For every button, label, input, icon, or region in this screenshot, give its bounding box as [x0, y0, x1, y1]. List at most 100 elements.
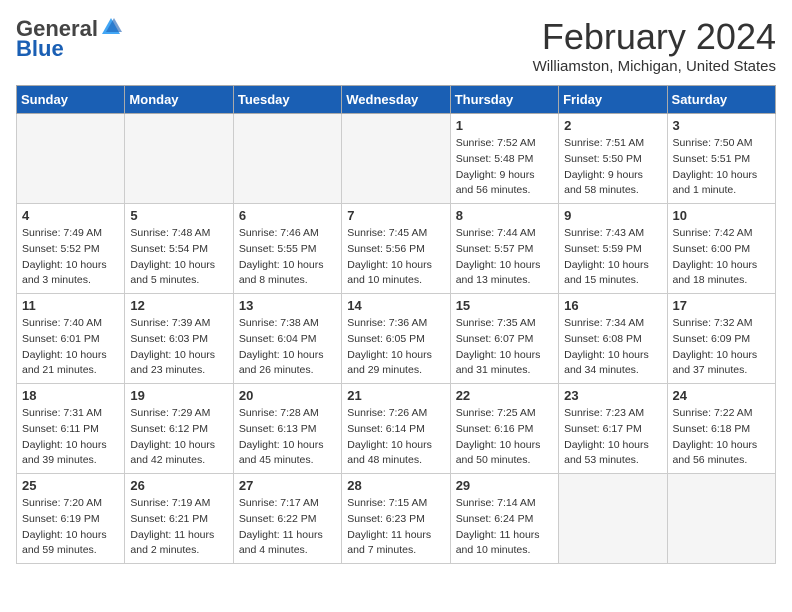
day-number: 10 — [673, 208, 770, 223]
day-info: Sunrise: 7:26 AM Sunset: 6:14 PM Dayligh… — [347, 406, 444, 469]
header-cell-thursday: Thursday — [450, 86, 558, 114]
day-info: Sunrise: 7:34 AM Sunset: 6:08 PM Dayligh… — [564, 316, 661, 379]
calendar-cell: 16 Sunrise: 7:34 AM Sunset: 6:08 PM Dayli… — [559, 294, 667, 384]
header-cell-sunday: Sunday — [17, 86, 125, 114]
day-info: Sunrise: 7:44 AM Sunset: 5:57 PM Dayligh… — [456, 226, 553, 289]
day-info: Sunrise: 7:38 AM Sunset: 6:04 PM Dayligh… — [239, 316, 336, 379]
day-info: Sunrise: 7:52 AM Sunset: 5:48 PM Dayligh… — [456, 136, 553, 199]
calendar-cell: 10 Sunrise: 7:42 AM Sunset: 6:00 PM Dayli… — [667, 204, 775, 294]
day-number: 21 — [347, 388, 444, 403]
day-info: Sunrise: 7:42 AM Sunset: 6:00 PM Dayligh… — [673, 226, 770, 289]
calendar-cell — [559, 474, 667, 564]
month-title: February 2024 — [533, 16, 776, 58]
calendar-cell: 28 Sunrise: 7:15 AM Sunset: 6:23 PM Dayli… — [342, 474, 450, 564]
day-number: 25 — [22, 478, 119, 493]
header-row: SundayMondayTuesdayWednesdayThursdayFrid… — [17, 86, 776, 114]
calendar-cell: 22Sunrise: 7:25 AM Sunset: 6:16 PM Dayli… — [450, 384, 558, 474]
header: General Blue February 2024 Williamston, … — [16, 16, 776, 75]
day-number: 5 — [130, 208, 227, 223]
location-title: Williamston, Michigan, United States — [533, 58, 776, 75]
day-number: 19 — [130, 388, 227, 403]
day-number: 16 — [564, 298, 661, 313]
calendar-cell: 20 Sunrise: 7:28 AM Sunset: 6:13 PM Dayli… — [233, 384, 341, 474]
day-info: Sunrise: 7:17 AM Sunset: 6:22 PM Dayligh… — [239, 496, 336, 559]
logo: General Blue — [16, 16, 122, 62]
header-cell-saturday: Saturday — [667, 86, 775, 114]
day-info: Sunrise: 7:50 AM Sunset: 5:51 PM Dayligh… — [673, 136, 770, 199]
day-info: Sunrise: 7:45 AM Sunset: 5:56 PM Dayligh… — [347, 226, 444, 289]
day-number: 15 — [456, 298, 553, 313]
header-cell-tuesday: Tuesday — [233, 86, 341, 114]
day-number: 14 — [347, 298, 444, 313]
day-info: Sunrise: 7:19 AM Sunset: 6:21 PM Dayligh… — [130, 496, 227, 559]
calendar-cell: 2 Sunrise: 7:51 AM Sunset: 5:50 PM Daylig… — [559, 114, 667, 204]
day-number: 18 — [22, 388, 119, 403]
day-number: 27 — [239, 478, 336, 493]
calendar-cell: 1 Sunrise: 7:52 AM Sunset: 5:48 PM Daylig… — [450, 114, 558, 204]
calendar-cell — [667, 474, 775, 564]
calendar-cell: 6 Sunrise: 7:46 AM Sunset: 5:55 PM Daylig… — [233, 204, 341, 294]
calendar-body: 1 Sunrise: 7:52 AM Sunset: 5:48 PM Daylig… — [17, 114, 776, 564]
calendar-cell: 19 Sunrise: 7:29 AM Sunset: 6:12 PM Dayli… — [125, 384, 233, 474]
calendar-cell: 3 Sunrise: 7:50 AM Sunset: 5:51 PM Daylig… — [667, 114, 775, 204]
day-info: Sunrise: 7:25 AM Sunset: 6:16 PM Dayligh… — [456, 406, 553, 469]
header-cell-monday: Monday — [125, 86, 233, 114]
day-info: Sunrise: 7:51 AM Sunset: 5:50 PM Dayligh… — [564, 136, 661, 199]
calendar-cell: 5 Sunrise: 7:48 AM Sunset: 5:54 PM Daylig… — [125, 204, 233, 294]
header-cell-friday: Friday — [559, 86, 667, 114]
day-info: Sunrise: 7:14 AM Sunset: 6:24 PM Dayligh… — [456, 496, 553, 559]
day-info: Sunrise: 7:40 AM Sunset: 6:01 PM Dayligh… — [22, 316, 119, 379]
week-row-4: 18 Sunrise: 7:31 AM Sunset: 6:11 PM Dayli… — [17, 384, 776, 474]
logo-blue-text: Blue — [16, 36, 64, 62]
day-info: Sunrise: 7:46 AM Sunset: 5:55 PM Dayligh… — [239, 226, 336, 289]
day-info: Sunrise: 7:35 AM Sunset: 6:07 PM Dayligh… — [456, 316, 553, 379]
day-number: 28 — [347, 478, 444, 493]
calendar-cell: 27 Sunrise: 7:17 AM Sunset: 6:22 PM Dayli… — [233, 474, 341, 564]
calendar-cell: 21 Sunrise: 7:26 AM Sunset: 6:14 PM Dayli… — [342, 384, 450, 474]
day-info: Sunrise: 7:48 AM Sunset: 5:54 PM Dayligh… — [130, 226, 227, 289]
calendar-cell: 12Sunrise: 7:39 AM Sunset: 6:03 PM Dayli… — [125, 294, 233, 384]
calendar-cell: 7 Sunrise: 7:45 AM Sunset: 5:56 PM Daylig… — [342, 204, 450, 294]
day-info: Sunrise: 7:49 AM Sunset: 5:52 PM Dayligh… — [22, 226, 119, 289]
calendar-cell — [342, 114, 450, 204]
day-info: Sunrise: 7:23 AM Sunset: 6:17 PM Dayligh… — [564, 406, 661, 469]
calendar-cell: 23 Sunrise: 7:23 AM Sunset: 6:17 PM Dayli… — [559, 384, 667, 474]
calendar-cell: 26Sunrise: 7:19 AM Sunset: 6:21 PM Dayli… — [125, 474, 233, 564]
day-number: 24 — [673, 388, 770, 403]
day-info: Sunrise: 7:43 AM Sunset: 5:59 PM Dayligh… — [564, 226, 661, 289]
calendar-cell: 18 Sunrise: 7:31 AM Sunset: 6:11 PM Dayli… — [17, 384, 125, 474]
day-number: 1 — [456, 118, 553, 133]
day-number: 20 — [239, 388, 336, 403]
calendar-cell: 15 Sunrise: 7:35 AM Sunset: 6:07 PM Dayli… — [450, 294, 558, 384]
day-info: Sunrise: 7:28 AM Sunset: 6:13 PM Dayligh… — [239, 406, 336, 469]
day-number: 29 — [456, 478, 553, 493]
header-cell-wednesday: Wednesday — [342, 86, 450, 114]
day-info: Sunrise: 7:36 AM Sunset: 6:05 PM Dayligh… — [347, 316, 444, 379]
day-number: 3 — [673, 118, 770, 133]
day-info: Sunrise: 7:31 AM Sunset: 6:11 PM Dayligh… — [22, 406, 119, 469]
day-number: 17 — [673, 298, 770, 313]
calendar-cell: 8 Sunrise: 7:44 AM Sunset: 5:57 PM Daylig… — [450, 204, 558, 294]
day-info: Sunrise: 7:29 AM Sunset: 6:12 PM Dayligh… — [130, 406, 227, 469]
calendar-cell: 11 Sunrise: 7:40 AM Sunset: 6:01 PM Dayli… — [17, 294, 125, 384]
calendar-cell: 14 Sunrise: 7:36 AM Sunset: 6:05 PM Dayli… — [342, 294, 450, 384]
day-number: 8 — [456, 208, 553, 223]
day-number: 2 — [564, 118, 661, 133]
day-number: 11 — [22, 298, 119, 313]
day-number: 7 — [347, 208, 444, 223]
calendar-cell: 17Sunrise: 7:32 AM Sunset: 6:09 PM Dayli… — [667, 294, 775, 384]
week-row-5: 25Sunrise: 7:20 AM Sunset: 6:19 PM Dayli… — [17, 474, 776, 564]
calendar-table: SundayMondayTuesdayWednesdayThursdayFrid… — [16, 85, 776, 564]
day-info: Sunrise: 7:22 AM Sunset: 6:18 PM Dayligh… — [673, 406, 770, 469]
logo-icon — [100, 16, 122, 38]
calendar-cell: 4Sunrise: 7:49 AM Sunset: 5:52 PM Daylig… — [17, 204, 125, 294]
day-number: 23 — [564, 388, 661, 403]
calendar-cell: 24 Sunrise: 7:22 AM Sunset: 6:18 PM Dayli… — [667, 384, 775, 474]
calendar-cell: 29 Sunrise: 7:14 AM Sunset: 6:24 PM Dayli… — [450, 474, 558, 564]
week-row-1: 1 Sunrise: 7:52 AM Sunset: 5:48 PM Daylig… — [17, 114, 776, 204]
day-number: 6 — [239, 208, 336, 223]
day-number: 12 — [130, 298, 227, 313]
calendar-cell: 13Sunrise: 7:38 AM Sunset: 6:04 PM Dayli… — [233, 294, 341, 384]
day-info: Sunrise: 7:15 AM Sunset: 6:23 PM Dayligh… — [347, 496, 444, 559]
week-row-2: 4Sunrise: 7:49 AM Sunset: 5:52 PM Daylig… — [17, 204, 776, 294]
